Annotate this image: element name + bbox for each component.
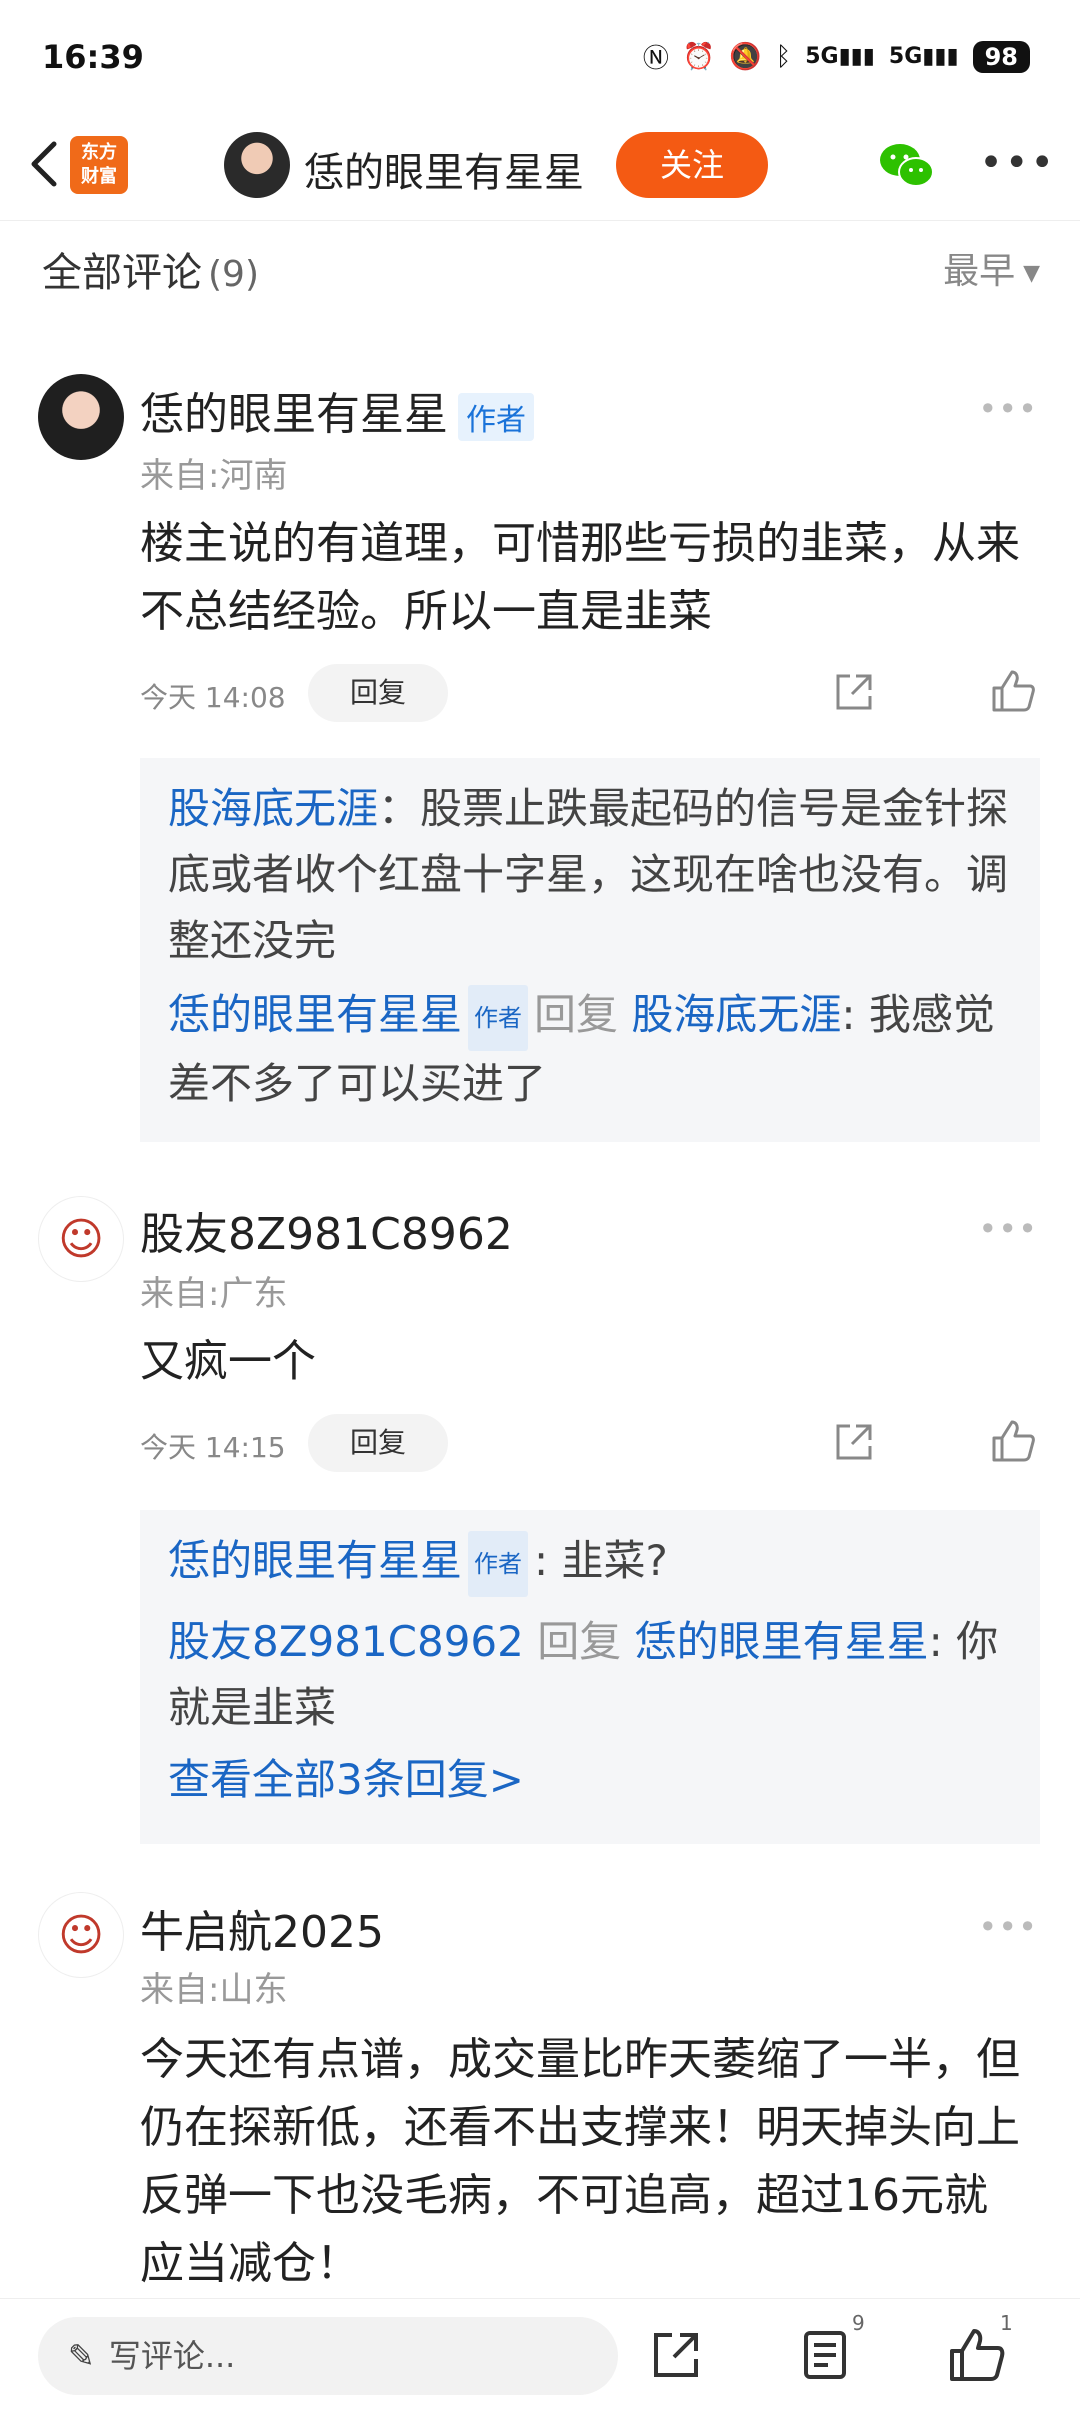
comment-more-icon[interactable]: ••• [978,1210,1038,1248]
comment-author[interactable]: 恁的眼里有星星 作者 [140,378,534,442]
wechat-icon[interactable] [876,138,936,192]
sort-select[interactable]: 最早 ▼ [943,242,1040,294]
comment-text: 楼主说的有道理，可惜那些亏损的韭菜，从来不总结经验。所以一直是韭菜 [140,518,1020,637]
follow-button[interactable]: 关注 [616,132,768,198]
reply-item[interactable]: 恁的眼里有星星 作者: 韭菜? [168,1528,1012,1597]
author-badge: 作者 [458,393,534,441]
alarm-icon: ⏰ [682,41,716,72]
share-icon[interactable] [832,1420,876,1464]
status-icons: Ⓝ ⏰ 🔕 ᛒ 5G▮▮▮ 5G▮▮▮ 98 [643,38,1030,75]
caret-down-icon: ▼ [1023,260,1040,286]
bottom-bar: ✎ 写评论... 9 1 [0,2298,1080,2413]
comment-location: 来自:河南 [140,456,288,496]
reply-thread: 股海底无涯：股票止跌最起码的信号是金针探底或者收个红盘十字星，这现在啥也没有。调… [140,758,1040,1142]
reply-user[interactable]: 股友8Z981C8962 [168,1617,524,1666]
reply-target[interactable]: 股海底无涯 [631,990,841,1039]
header-avatar[interactable] [224,132,290,198]
comment-input[interactable]: ✎ 写评论... [38,2317,618,2395]
author-badge: 作者 [468,984,529,1051]
like-icon[interactable] [946,2325,1006,2385]
author-badge: 作者 [468,1530,529,1597]
comment-count-badge: 9 [852,2311,865,2335]
comment-author[interactable]: 牛启航2025 [140,1896,384,1960]
reply-thread: 恁的眼里有星星 作者: 韭菜? 股友8Z981C8962 回复 恁的眼里有星星: … [140,1510,1040,1844]
reply-item[interactable]: 恁的眼里有星星 作者 回复 股海底无涯: 我感觉差不多了可以买进了 [168,982,1012,1117]
comment-location: 来自:山东 [140,1970,288,2010]
reply-item[interactable]: 股海底无涯：股票止跌最起码的信号是金针探底或者收个红盘十字星，这现在啥也没有。调… [168,776,1012,974]
view-all-replies-link[interactable]: 查看全部3条回复> [168,1747,1012,1813]
status-bar: 16:39 Ⓝ ⏰ 🔕 ᛒ 5G▮▮▮ 5G▮▮▮ 98 [0,0,1080,120]
app-logo[interactable]: 东方 财富 [70,136,128,194]
share-icon[interactable] [832,670,876,714]
pen-icon: ✎ [68,2337,95,2375]
nfc-icon: Ⓝ [642,44,669,74]
like-count-badge: 1 [1000,2311,1013,2335]
reply-item[interactable]: 股友8Z981C8962 回复 恁的眼里有星星: 你就是韭菜 [168,1609,1012,1741]
reply-button[interactable]: 回复 [308,1414,448,1472]
reply-user[interactable]: 恁的眼里有星星 [168,990,462,1039]
like-icon[interactable] [990,1418,1036,1464]
avatar[interactable]: ☺ [38,1196,124,1282]
signal-icon: 5G▮▮▮ [805,44,875,69]
like-icon[interactable] [990,668,1036,714]
reply-user[interactable]: 股海底无涯 [168,784,378,833]
bluetooth-icon: ᛒ [775,41,792,72]
comment-time: 今天 14:08 [140,681,286,714]
comment-text: 今天还有点谱，成交量比昨天萎缩了一半，但仍在探新低，还看不出支撑来！明天掉头向上… [140,2034,1020,2289]
mute-icon: 🔕 [729,41,762,72]
reply-target[interactable]: 恁的眼里有星星 [635,1617,929,1666]
comment-author[interactable]: 股友8Z981C8962 [140,1198,513,1262]
comment-more-icon[interactable]: ••• [978,1908,1038,1946]
header-user-name[interactable]: 恁的眼里有星星 [304,140,584,198]
more-options-icon[interactable]: ••• [979,140,1056,186]
avatar[interactable]: ☺ [38,1892,124,1978]
share-icon[interactable] [646,2325,706,2385]
comment-time: 今天 14:15 [140,1431,286,1464]
avatar[interactable] [38,374,124,460]
status-time: 16:39 [42,38,144,76]
top-bar: 东方 财富 恁的眼里有星星 关注 ••• [0,120,1080,221]
battery-icon: 98 [972,40,1030,73]
comment-text: 又疯一个 [140,1336,316,1387]
comments-list-icon[interactable] [796,2325,856,2385]
reply-button[interactable]: 回复 [308,664,448,722]
comments-title: 全部评论 (9) [42,250,259,296]
comment-more-icon[interactable]: ••• [978,390,1038,428]
reply-user[interactable]: 恁的眼里有星星 [168,1536,462,1585]
signal-icon-2: 5G▮▮▮ [888,44,959,69]
comment-location: 来自:广东 [140,1274,288,1314]
